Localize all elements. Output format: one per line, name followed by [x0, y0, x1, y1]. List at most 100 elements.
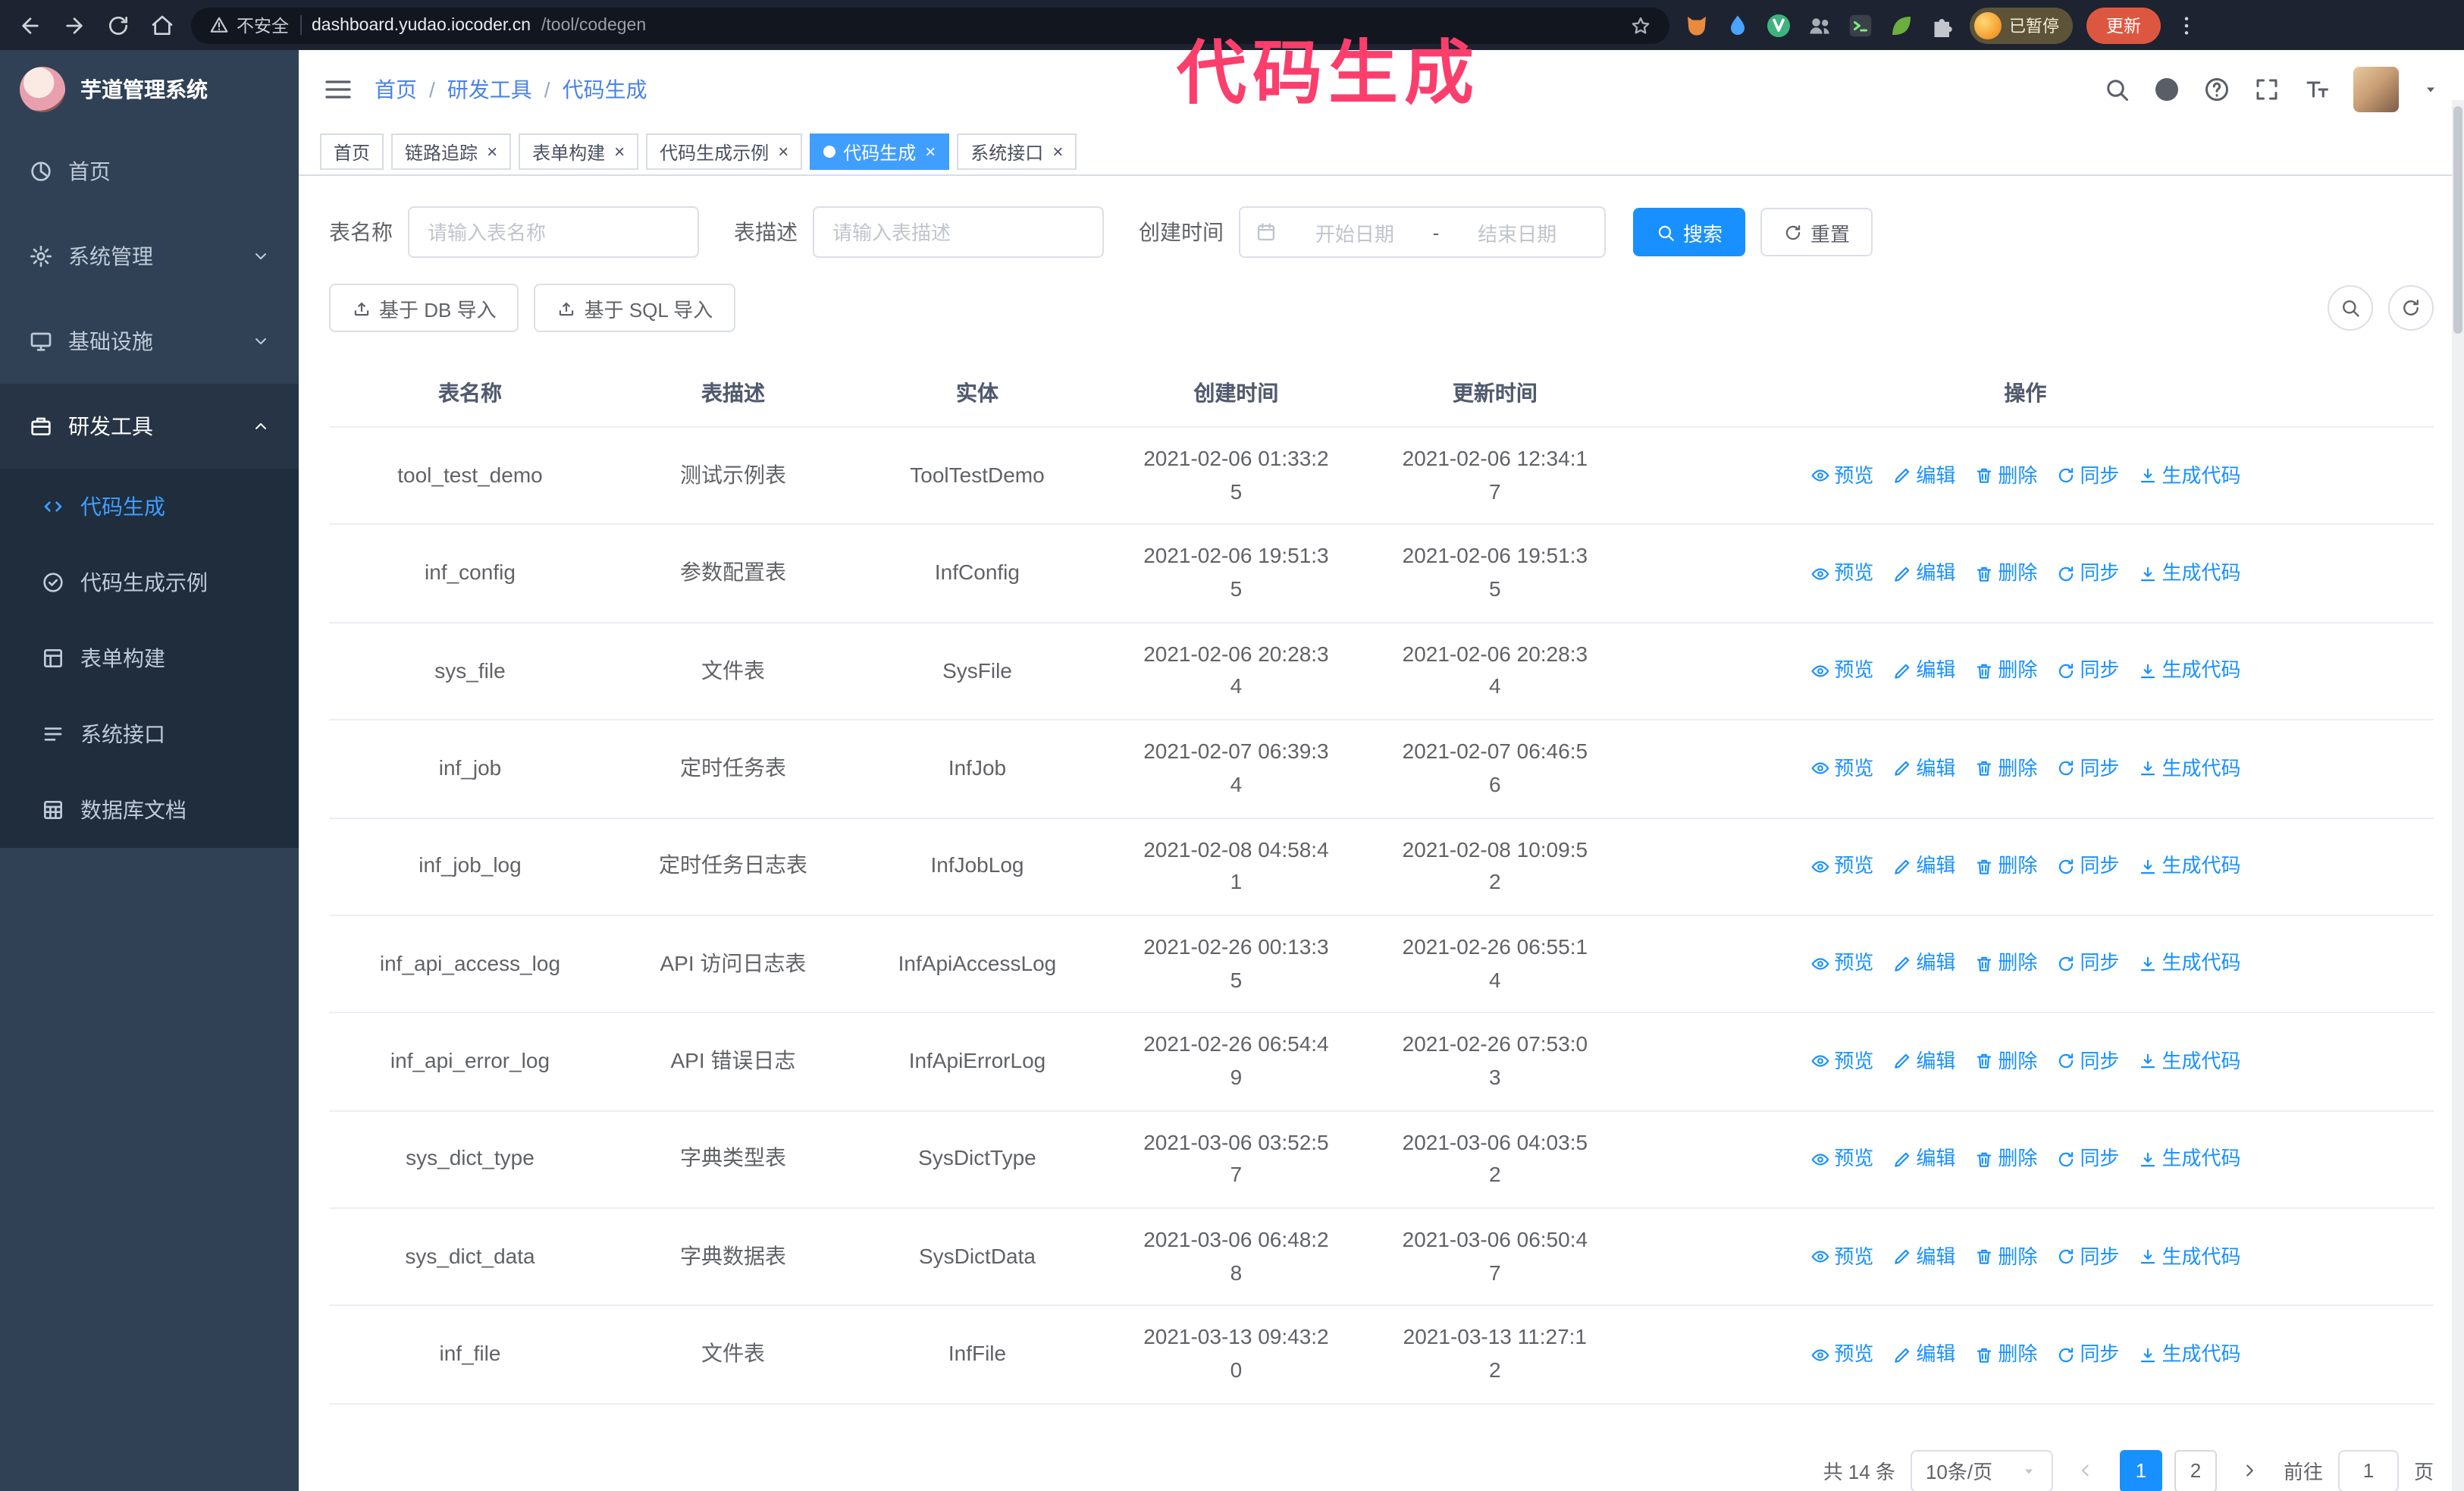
import-db-button[interactable]: 基于 DB 导入 [329, 284, 519, 332]
sidebar-subitem-db-doc[interactable]: 数据库文档 [0, 772, 299, 848]
delete-link[interactable]: 删除 [1973, 558, 2037, 589]
v-circle-extension-icon[interactable] [1765, 11, 1792, 39]
delete-link[interactable]: 删除 [1973, 1241, 2037, 1272]
sync-link[interactable]: 同步 [2055, 753, 2119, 783]
sidebar-subitem-codegen-example[interactable]: 代码生成示例 [0, 545, 299, 620]
leaf-extension-icon[interactable] [1888, 11, 1915, 39]
edit-link[interactable]: 编辑 [1892, 1047, 1955, 1077]
search-icon[interactable] [2103, 76, 2130, 103]
sync-link[interactable]: 同步 [2055, 1339, 2119, 1370]
next-page-button[interactable] [2232, 1450, 2268, 1491]
toggle-search-button[interactable] [2328, 285, 2373, 331]
tab-close-icon[interactable]: × [925, 143, 936, 161]
tab-表单构建[interactable]: 表单构建 × [519, 133, 639, 170]
generate-link[interactable]: 生成代码 [2137, 460, 2241, 491]
table-desc-input[interactable] [813, 206, 1104, 258]
edit-link[interactable]: 编辑 [1892, 1339, 1955, 1370]
edit-link[interactable]: 编辑 [1892, 558, 1955, 589]
tab-close-icon[interactable]: × [614, 143, 625, 161]
sync-link[interactable]: 同步 [2055, 558, 2119, 589]
avatar-caret-icon[interactable] [2422, 80, 2440, 99]
page-button-1[interactable]: 1 [2119, 1449, 2162, 1491]
generate-link[interactable]: 生成代码 [2137, 558, 2241, 589]
tab-首页[interactable]: 首页 [320, 133, 384, 170]
tab-close-icon[interactable]: × [778, 143, 788, 161]
preview-link[interactable]: 预览 [1810, 753, 1873, 783]
table-name-input[interactable] [408, 206, 699, 258]
edit-link[interactable]: 编辑 [1892, 460, 1955, 491]
breadcrumb-item[interactable]: 首页 [375, 74, 417, 105]
sidebar-subitem-form-builder[interactable]: 表单构建 [0, 620, 299, 696]
delete-link[interactable]: 删除 [1973, 1339, 2037, 1370]
sidebar-logo[interactable]: 芋道管理系统 [0, 50, 299, 129]
github-icon[interactable] [2153, 76, 2180, 103]
dark-tool-extension-icon[interactable] [1847, 11, 1874, 39]
font-size-icon[interactable] [2303, 76, 2331, 103]
generate-link[interactable]: 生成代码 [2137, 1241, 2241, 1272]
scrollbar-thumb[interactable] [2453, 106, 2462, 334]
import-sql-button[interactable]: 基于 SQL 导入 [534, 284, 736, 332]
help-icon[interactable] [2203, 76, 2230, 103]
generate-link[interactable]: 生成代码 [2137, 1144, 2241, 1174]
date-range-picker[interactable]: 开始日期 - 结束日期 [1239, 206, 1606, 258]
security-status[interactable]: 不安全 [209, 13, 289, 37]
sync-link[interactable]: 同步 [2055, 1241, 2119, 1272]
delete-link[interactable]: 删除 [1973, 851, 2037, 881]
people-extension-icon[interactable] [1806, 11, 1833, 39]
generate-link[interactable]: 生成代码 [2137, 851, 2241, 881]
browser-update-button[interactable]: 更新 [2086, 7, 2161, 43]
drop-extension-icon[interactable] [1724, 11, 1751, 39]
preview-link[interactable]: 预览 [1810, 1047, 1873, 1077]
hamburger-icon[interactable] [323, 74, 353, 105]
browser-menu-icon[interactable] [2174, 11, 2199, 39]
preview-link[interactable]: 预览 [1810, 656, 1873, 686]
sync-link[interactable]: 同步 [2055, 460, 2119, 491]
tab-close-icon[interactable]: × [487, 143, 497, 161]
delete-link[interactable]: 删除 [1973, 1144, 2037, 1174]
refresh-table-button[interactable] [2388, 285, 2434, 331]
generate-link[interactable]: 生成代码 [2137, 656, 2241, 686]
sidebar-item-devtools[interactable]: 研发工具 [0, 384, 299, 469]
edit-link[interactable]: 编辑 [1892, 1144, 1955, 1174]
generate-link[interactable]: 生成代码 [2137, 753, 2241, 783]
tab-代码生成示例[interactable]: 代码生成示例 × [646, 133, 803, 170]
sidebar-item-home[interactable]: 首页 [0, 129, 299, 214]
browser-profile-chip[interactable]: 已暂停 [1970, 7, 2073, 43]
browser-back-button[interactable] [15, 10, 45, 40]
puzzle-extension-icon[interactable] [1929, 11, 1956, 39]
breadcrumb-item[interactable]: 研发工具 [447, 74, 532, 105]
tab-close-icon[interactable]: × [1052, 143, 1063, 161]
preview-link[interactable]: 预览 [1810, 1339, 1873, 1370]
sidebar-subitem-system-api[interactable]: 系统接口 [0, 696, 299, 772]
preview-link[interactable]: 预览 [1810, 558, 1873, 589]
browser-home-button[interactable] [147, 10, 177, 40]
page-scrollbar[interactable] [2452, 100, 2464, 1491]
tab-系统接口[interactable]: 系统接口 × [957, 133, 1077, 170]
generate-link[interactable]: 生成代码 [2137, 949, 2241, 979]
edit-link[interactable]: 编辑 [1892, 753, 1955, 783]
edit-link[interactable]: 编辑 [1892, 656, 1955, 686]
sidebar-item-infra[interactable]: 基础设施 [0, 299, 299, 384]
sidebar-subitem-codegen[interactable]: 代码生成 [0, 469, 299, 545]
preview-link[interactable]: 预览 [1810, 1241, 1873, 1272]
prev-page-button[interactable] [2068, 1450, 2105, 1491]
browser-reload-button[interactable] [103, 10, 133, 40]
delete-link[interactable]: 删除 [1973, 460, 2037, 491]
breadcrumb-item[interactable]: 代码生成 [563, 74, 647, 105]
sidebar-item-system[interactable]: 系统管理 [0, 214, 299, 299]
fullscreen-icon[interactable] [2253, 76, 2281, 103]
generate-link[interactable]: 生成代码 [2137, 1047, 2241, 1077]
sync-link[interactable]: 同步 [2055, 656, 2119, 686]
sync-link[interactable]: 同步 [2055, 949, 2119, 979]
bookmark-star-icon[interactable] [1630, 14, 1651, 36]
goto-page-input[interactable] [2337, 1449, 2399, 1491]
tab-链路追踪[interactable]: 链路追踪 × [391, 133, 512, 170]
edit-link[interactable]: 编辑 [1892, 949, 1955, 979]
fox-extension-icon[interactable] [1683, 11, 1710, 39]
edit-link[interactable]: 编辑 [1892, 1241, 1955, 1272]
generate-link[interactable]: 生成代码 [2137, 1339, 2241, 1370]
preview-link[interactable]: 预览 [1810, 460, 1873, 491]
sync-link[interactable]: 同步 [2055, 851, 2119, 881]
page-button-2[interactable]: 2 [2174, 1449, 2217, 1491]
browser-forward-button[interactable] [59, 10, 89, 40]
